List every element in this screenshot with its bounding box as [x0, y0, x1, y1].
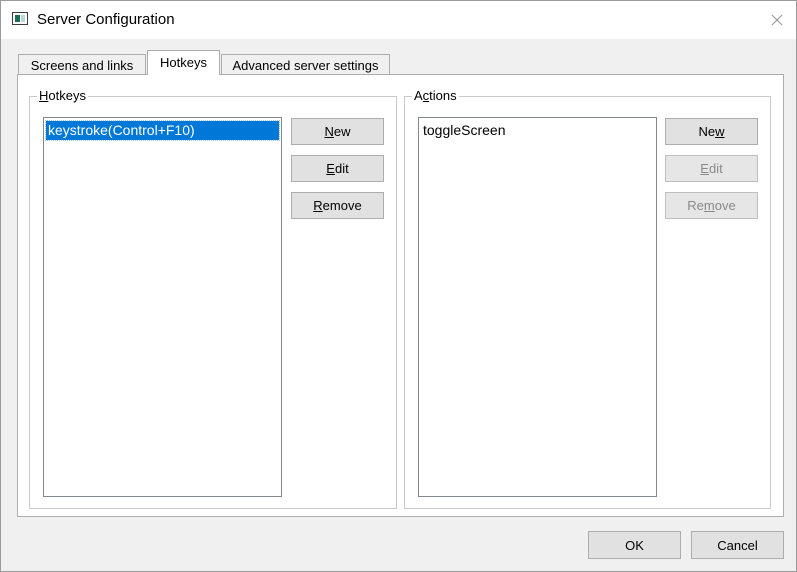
- server-configuration-dialog: Server Configuration Screens and links H…: [0, 0, 797, 572]
- tab-hotkeys[interactable]: Hotkeys: [147, 50, 220, 75]
- hotkeys-tab-page: Hotkeys keystroke(Control+F10) New Edit …: [17, 74, 784, 517]
- ok-button[interactable]: OK: [588, 531, 681, 559]
- hotkey-new-button[interactable]: New: [291, 118, 384, 145]
- title-bar[interactable]: Server Configuration: [1, 1, 796, 39]
- close-button[interactable]: [761, 5, 793, 35]
- tab-screens-and-links[interactable]: Screens and links: [18, 54, 146, 75]
- list-item[interactable]: keystroke(Control+F10): [45, 120, 280, 141]
- hotkeys-list[interactable]: keystroke(Control+F10): [43, 117, 282, 497]
- hotkey-edit-button[interactable]: Edit: [291, 155, 384, 182]
- hotkey-remove-button[interactable]: Remove: [291, 192, 384, 219]
- action-edit-button[interactable]: Edit: [665, 155, 758, 182]
- hotkeys-group-label: Hotkeys: [37, 88, 88, 103]
- tab-label: Hotkeys: [160, 55, 207, 70]
- list-item[interactable]: toggleScreen: [421, 121, 654, 140]
- tab-advanced-server-settings[interactable]: Advanced server settings: [221, 54, 390, 75]
- cancel-button[interactable]: Cancel: [691, 531, 784, 559]
- tab-label: Advanced server settings: [232, 58, 379, 73]
- window-title: Server Configuration: [37, 11, 175, 28]
- app-icon: [12, 12, 28, 25]
- actions-group-label: Actions: [412, 88, 459, 103]
- close-icon: [771, 14, 783, 26]
- action-remove-button[interactable]: Re m ove: [665, 192, 758, 219]
- action-new-button[interactable]: Ne w: [665, 118, 758, 145]
- tab-label: Screens and links: [30, 58, 134, 73]
- actions-list[interactable]: toggleScreen: [418, 117, 657, 497]
